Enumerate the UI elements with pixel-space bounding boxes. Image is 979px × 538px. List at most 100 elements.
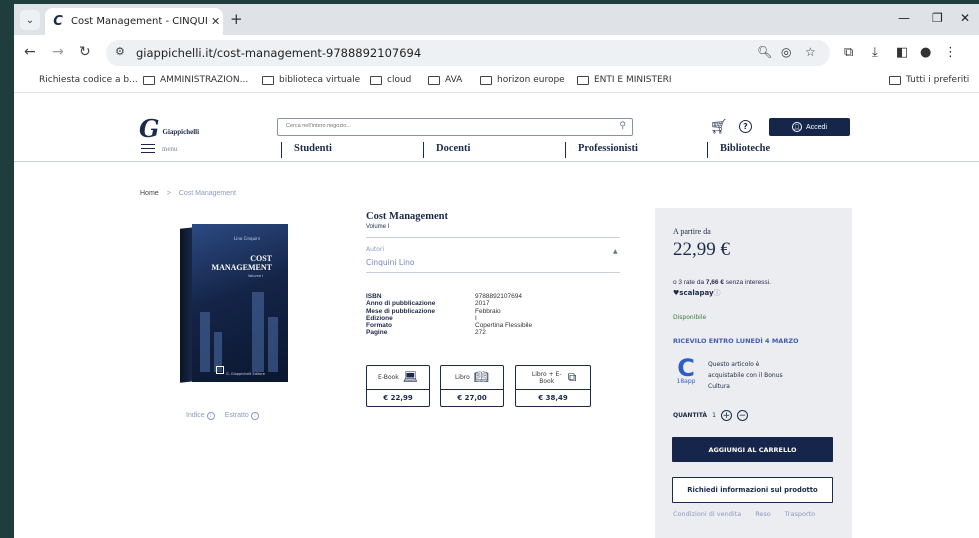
- request-info-button[interactable]: Richiedi informazioni sul prodotto: [672, 477, 833, 503]
- web-page: G Giappichelli menu ⚲ 🛒︎ ? 👤︎ Accedi Stu…: [14, 94, 979, 538]
- browser-toolbar: ← → ↻ ⚙ giappichelli.it/cost-management-…: [14, 35, 979, 71]
- quantity-value[interactable]: 1: [712, 412, 716, 419]
- spec-row: Anno di pubblicazione 2017: [366, 300, 532, 307]
- authors-value[interactable]: Cinquini Lino: [366, 258, 415, 267]
- chevron-up-icon[interactable]: ▲: [613, 248, 618, 255]
- bookmark-folder[interactable]: AMMINISTRAZION...: [143, 75, 248, 85]
- shipping-link[interactable]: Trasporto: [785, 510, 815, 518]
- close-window-icon[interactable]: ✕: [960, 11, 970, 25]
- scalapay-logo[interactable]: ♥scalapayⓘ: [673, 288, 721, 298]
- bookmark-folder[interactable]: horizon europe: [480, 75, 565, 85]
- price-from-label: A partire da: [673, 227, 711, 236]
- back-icon[interactable]: ←: [24, 44, 36, 60]
- spec-value: I: [475, 314, 477, 322]
- star-icon[interactable]: ☆: [805, 45, 816, 59]
- add-to-cart-button[interactable]: AGGIUNGI AL CARRELLO: [672, 437, 833, 462]
- extensions-icon[interactable]: ⧉: [844, 45, 853, 60]
- laptop-icon: 💻︎: [402, 370, 418, 384]
- cover-author: Lino Cinquini: [234, 236, 260, 241]
- bookmark-folder[interactable]: biblioteca virtuale: [262, 75, 360, 85]
- address-bar[interactable]: ⚙ giappichelli.it/cost-management-978889…: [106, 40, 830, 66]
- spec-key: Pagine: [366, 329, 388, 337]
- help-icon[interactable]: ?: [739, 120, 752, 133]
- divider: [366, 237, 620, 238]
- plus-icon[interactable]: +: [720, 410, 732, 421]
- browser-menu-icon[interactable]: ⋮: [944, 45, 957, 60]
- returns-link[interactable]: Reso: [755, 510, 771, 518]
- folder-icon: [428, 75, 440, 85]
- nav-docenti[interactable]: Docenti: [423, 142, 470, 158]
- spec-key: Mese di pubblicazione: [366, 307, 435, 315]
- folder-icon: [143, 75, 155, 85]
- bookmark-label: cloud: [387, 75, 412, 85]
- installments-suffix: senza interessi.: [723, 279, 771, 286]
- search-input[interactable]: [286, 123, 606, 129]
- breadcrumb-home[interactable]: Home: [140, 190, 159, 197]
- extract-label: Estratto: [224, 412, 249, 419]
- folder-icon: [370, 75, 382, 85]
- format-ebook-button[interactable]: E-Book 💻︎ € 22,99: [366, 365, 430, 407]
- breadcrumb: Home > Cost Management: [140, 190, 236, 197]
- user-icon: 👤︎: [791, 122, 802, 132]
- download-circle-icon: ↓: [250, 412, 259, 420]
- bookmarks-bar: Richiesta codice a b... AMMINISTRAZION..…: [14, 71, 979, 93]
- restore-icon[interactable]: ❐: [932, 11, 943, 25]
- spec-key: Edizione: [366, 314, 393, 322]
- eye-off-icon[interactable]: ◎: [781, 45, 791, 59]
- nav-professionisti[interactable]: Professionisti: [565, 142, 638, 158]
- bookmark-folder[interactable]: cloud: [370, 75, 411, 85]
- cover-building: [268, 317, 278, 372]
- url-text[interactable]: giappichelli.it/cost-management-97888921…: [136, 46, 421, 60]
- 18app-logo: C 18app: [673, 356, 699, 390]
- tab-close-icon[interactable]: ✕: [211, 15, 220, 28]
- cover-building: [252, 292, 264, 372]
- side-panel-icon[interactable]: ◧: [896, 45, 908, 60]
- index-link[interactable]: Indice ↓: [186, 412, 215, 420]
- nav-studenti[interactable]: Studenti: [281, 142, 332, 158]
- spec-row: Edizione I: [366, 315, 532, 322]
- site-search: ⚲: [277, 118, 633, 136]
- minus-icon[interactable]: −: [736, 410, 748, 421]
- zoom-icon[interactable]: 🔍︎: [757, 45, 772, 59]
- nav-biblioteche[interactable]: Biblioteche: [707, 142, 770, 158]
- cover-title: COST MANAGEMENT: [210, 254, 272, 272]
- cover-title-line: COST: [250, 254, 272, 263]
- download-icon[interactable]: ⤓: [872, 45, 878, 60]
- active-tab[interactable]: C Cost Management - CINQUINI ✕: [45, 8, 223, 35]
- reload-icon[interactable]: ↻: [79, 44, 91, 60]
- preview-links: Indice ↓ Estratto ↓: [186, 412, 259, 420]
- availability-status: Disponibile: [673, 314, 707, 321]
- format-book-button[interactable]: Libro 📖︎ € 27,00: [440, 365, 504, 407]
- cart-icon[interactable]: 🛒︎: [710, 119, 728, 135]
- format-bundle-button[interactable]: Libro + E-Book ⧉ € 38,49: [515, 365, 591, 407]
- bookmark-folder[interactable]: AVA: [428, 75, 462, 85]
- site-info-icon[interactable]: ⚙: [115, 45, 125, 58]
- minimize-icon[interactable]: —: [898, 11, 910, 25]
- purchase-links: Condizioni di vendita Reso Trasporto: [673, 510, 815, 518]
- spec-key: ISBN: [366, 293, 382, 300]
- all-bookmarks-folder[interactable]: Tutti i preferiti: [889, 75, 969, 85]
- profile-avatar-icon[interactable]: ●: [920, 45, 931, 60]
- site-logo[interactable]: G Giappichelli: [139, 117, 199, 141]
- spec-value: Febbraio: [475, 307, 501, 315]
- format-label: Libro + E-Book: [531, 370, 562, 385]
- login-button[interactable]: 👤︎ Accedi: [769, 118, 850, 136]
- bookmark-folder[interactable]: ENTI E MINISTERI: [577, 75, 672, 85]
- price: 22,99 €: [673, 239, 730, 260]
- spec-key: Anno di pubblicazione: [366, 300, 436, 308]
- menu-label: menu: [162, 144, 178, 153]
- terms-link[interactable]: Condizioni di vendita: [673, 510, 741, 518]
- bookmark-item[interactable]: Richiesta codice a b...: [39, 75, 138, 85]
- extract-link[interactable]: Estratto ↓: [225, 412, 259, 420]
- menu-button[interactable]: menu: [141, 144, 178, 153]
- book-cover-image[interactable]: Lino Cinquini COST MANAGEMENT Volume I G…: [180, 224, 290, 384]
- book-icon: 📖︎: [473, 370, 490, 384]
- format-price: € 38,49: [538, 394, 568, 402]
- tab-search-button[interactable]: ⌄: [20, 10, 40, 30]
- info-icon[interactable]: ⓘ: [714, 289, 721, 297]
- new-tab-icon[interactable]: +: [230, 10, 243, 28]
- forward-icon[interactable]: →: [52, 44, 64, 60]
- installments-prefix: o 3 rate da: [673, 279, 706, 286]
- search-icon[interactable]: ⚲: [619, 121, 626, 131]
- bookmark-label: AVA: [445, 75, 463, 85]
